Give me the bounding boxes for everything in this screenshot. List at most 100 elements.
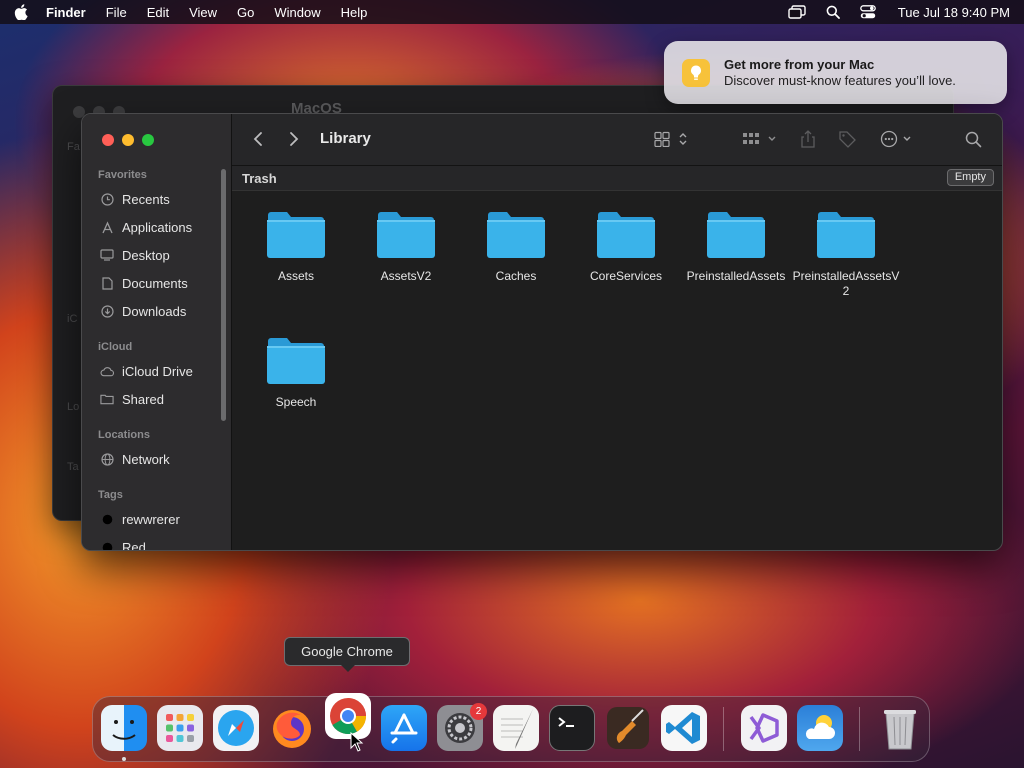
dock-weather-icon[interactable] [797, 705, 843, 751]
search-button[interactable] [965, 128, 982, 150]
desktop-icon [100, 248, 114, 262]
notification-badge: 2 [470, 703, 487, 720]
menu-view[interactable]: View [189, 5, 217, 20]
sidebar-item-documents[interactable]: Documents [100, 272, 188, 294]
dock-chrome-icon[interactable] [325, 693, 371, 739]
dock-finder-icon[interactable] [101, 705, 147, 751]
chevron-right-icon [290, 132, 299, 146]
cloud-icon [100, 364, 114, 378]
folder-name: PreinstalledAssetsV2 [792, 269, 900, 298]
sidebar-item-network[interactable]: Network [100, 448, 170, 470]
dock-visual-studio-icon[interactable] [741, 705, 787, 751]
folder-icon [707, 212, 765, 258]
path-bar: Trash Empty [232, 166, 1002, 191]
menu-window[interactable]: Window [274, 5, 320, 20]
folder-item-speech[interactable]: Speech [241, 335, 351, 410]
spotlight-search-icon[interactable] [826, 5, 840, 19]
sidebar-heading-tags: Tags [98, 489, 123, 501]
more-actions-button[interactable] [880, 128, 916, 150]
sidebar-heading-locations: Locations [98, 429, 150, 441]
folder-icon [597, 212, 655, 258]
notification-banner[interactable]: Get more from your Mac Discover must-kno… [664, 41, 1007, 104]
folder-icon [267, 338, 325, 384]
finder-window[interactable]: Favorites Recents Applications Desktop D… [81, 113, 1003, 551]
minimize-button[interactable] [122, 134, 134, 146]
control-center-icon[interactable] [859, 5, 876, 19]
path-label: Trash [242, 171, 277, 186]
dock-textedit-icon[interactable] [493, 705, 539, 751]
screen-mirroring-icon[interactable] [788, 5, 806, 19]
menu-go[interactable]: Go [237, 5, 254, 20]
folder-name: AssetsV2 [380, 269, 432, 283]
sidebar-heading-icloud: iCloud [98, 341, 133, 353]
sidebar-item-label: Downloads [122, 303, 187, 319]
folder-item-preinstalledassets[interactable]: PreinstalledAssets [681, 209, 791, 284]
forward-button[interactable] [288, 128, 300, 150]
sidebar-scrollbar[interactable] [221, 169, 226, 421]
sidebar-item-downloads[interactable]: Downloads [100, 300, 186, 322]
dock-garageband-icon[interactable] [605, 705, 651, 751]
dock-app-store-icon[interactable] [381, 705, 427, 751]
folder-item-assetsv2[interactable]: AssetsV2 [351, 209, 461, 284]
dock-tooltip: Google Chrome [284, 637, 410, 672]
menu-clock[interactable]: Tue Jul 18 9:40 PM [898, 5, 1010, 20]
mouse-cursor-icon [350, 732, 364, 752]
share-button[interactable] [800, 128, 816, 150]
download-icon [100, 304, 114, 318]
dock-vscode-icon[interactable] [661, 705, 707, 751]
menu-file[interactable]: File [106, 5, 127, 20]
network-icon [100, 452, 114, 466]
folder-icon [267, 212, 325, 258]
folder-item-caches[interactable]: Caches [461, 209, 571, 284]
folder-icon [817, 212, 875, 258]
folder-item-preinstalledassetsv2[interactable]: PreinstalledAssetsV2 [791, 209, 901, 299]
tag-icon [839, 131, 856, 148]
dock-launchpad-icon[interactable] [157, 705, 203, 751]
sidebar-item-shared[interactable]: Shared [100, 388, 164, 410]
dock-terminal-icon[interactable] [549, 705, 595, 751]
sidebar-item-icloud-drive[interactable]: iCloud Drive [100, 360, 193, 382]
sidebar-item-label: Shared [122, 391, 164, 407]
dock-safari-icon[interactable] [213, 705, 259, 751]
menu-help[interactable]: Help [341, 5, 368, 20]
sidebar-item-desktop[interactable]: Desktop [100, 244, 170, 266]
window-controls [102, 134, 154, 146]
sidebar-item-recents[interactable]: Recents [100, 188, 170, 210]
folder-name: PreinstalledAssets [686, 269, 786, 283]
sidebar-tag-red[interactable]: Red [100, 536, 146, 551]
empty-trash-button[interactable]: Empty [946, 169, 994, 186]
shared-folder-icon [100, 392, 114, 406]
notification-body: Discover must-know features you’ll love. [724, 73, 956, 88]
menu-app-name[interactable]: Finder [46, 5, 86, 20]
group-by-button[interactable] [742, 128, 778, 150]
tag-dot-icon [100, 540, 114, 550]
view-mode-button[interactable] [654, 128, 688, 150]
finder-toolbar: Library [232, 114, 1002, 166]
background-sidebar-fragment: Fa [67, 141, 80, 153]
zoom-button[interactable] [142, 134, 154, 146]
sidebar-item-applications[interactable]: Applications [100, 216, 192, 238]
tips-lightbulb-icon [682, 58, 710, 87]
folder-name: CoreServices [589, 269, 663, 283]
share-icon [801, 130, 815, 148]
sidebar-tag-rewwrerer[interactable]: rewwrerer [100, 508, 180, 530]
sidebar-item-label: Applications [122, 219, 193, 235]
close-button[interactable] [102, 134, 114, 146]
back-button[interactable] [252, 128, 264, 150]
dock-trash-icon[interactable] [877, 705, 923, 751]
folder-name: Assets [277, 269, 314, 283]
search-icon [965, 131, 982, 147]
menu-edit[interactable]: Edit [147, 5, 169, 20]
dock-separator [859, 707, 860, 751]
chevron-left-icon [253, 132, 262, 146]
tag-button[interactable] [837, 128, 857, 150]
folder-item-coreservices[interactable]: CoreServices [571, 209, 681, 284]
sidebar-item-label: rewwrerer [122, 511, 180, 527]
document-icon [100, 276, 114, 290]
sidebar-item-label: Red [122, 539, 146, 551]
apple-logo-icon[interactable] [14, 4, 28, 20]
folder-item-assets[interactable]: Assets [241, 209, 351, 284]
dock-firefox-icon[interactable] [269, 705, 315, 751]
notification-title: Get more from your Mac [724, 57, 875, 72]
icon-view-grid-icon [654, 131, 687, 147]
